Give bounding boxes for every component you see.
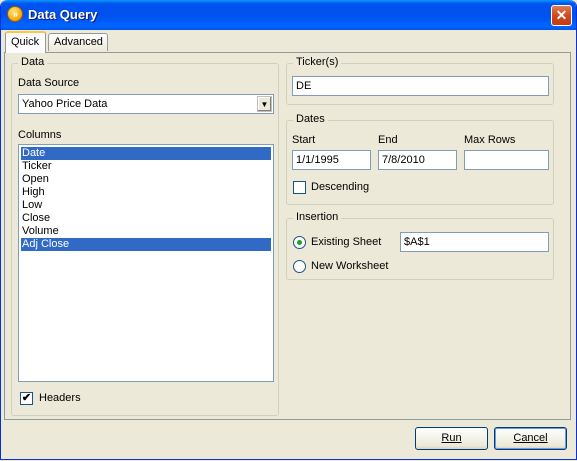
title-bar[interactable]: » Data Query ✕	[1, 0, 576, 30]
tickers-input[interactable]: DE	[292, 76, 549, 96]
list-item[interactable]: High	[21, 186, 271, 199]
descending-checkbox[interactable]	[293, 181, 306, 194]
list-item[interactable]: Open	[21, 173, 271, 186]
app-logo-icon: »	[7, 6, 23, 22]
tab-quick[interactable]: Quick	[5, 31, 46, 53]
columns-listbox[interactable]: Date Ticker Open High Low Close Volume A…	[18, 144, 274, 382]
tab-page-quick: Data Data Source Yahoo Price Data ▼ Colu…	[4, 52, 571, 420]
data-source-label: Data Source	[18, 77, 80, 89]
radio-selected-icon	[297, 240, 302, 245]
columns-label: Columns	[18, 129, 62, 141]
start-label: Start	[292, 134, 316, 146]
close-icon: ✕	[555, 7, 568, 23]
max-rows-label: Max Rows	[464, 134, 516, 146]
window-title: Data Query	[28, 7, 98, 22]
cancel-button[interactable]: Cancel	[494, 427, 567, 450]
list-item[interactable]: Close	[21, 212, 271, 225]
list-item[interactable]: Adj Close	[21, 238, 271, 251]
existing-sheet-label: Existing Sheet	[311, 236, 382, 248]
tab-advanced[interactable]: Advanced	[48, 33, 108, 51]
tickers-group: Ticker(s) DE	[286, 56, 554, 105]
run-button[interactable]: Run	[415, 427, 488, 450]
headers-label: Headers	[39, 392, 81, 404]
list-item[interactable]: Ticker	[21, 160, 271, 173]
list-item[interactable]: Low	[21, 199, 271, 212]
run-button-label: Run	[441, 432, 462, 444]
close-button[interactable]: ✕	[551, 5, 572, 26]
dates-group: Dates Start 1/1/1995 End 7/8/2010 Max Ro…	[286, 113, 554, 205]
data-source-select[interactable]: Yahoo Price Data ▼	[18, 94, 274, 114]
data-source-value: Yahoo Price Data	[22, 98, 108, 110]
insertion-group: Insertion Existing Sheet $A$1 New Worksh…	[286, 211, 554, 280]
chevron-down-icon[interactable]: ▼	[257, 96, 272, 112]
cancel-button-label: Cancel	[513, 432, 548, 444]
list-item[interactable]: Volume	[21, 225, 271, 238]
list-item[interactable]: Date	[21, 147, 271, 160]
descending-label: Descending	[311, 181, 370, 193]
tickers-group-legend: Ticker(s)	[293, 56, 342, 68]
start-date-input[interactable]: 1/1/1995	[292, 150, 371, 170]
headers-checkbox[interactable]: ✔	[20, 392, 33, 405]
data-group-legend: Data	[18, 56, 48, 68]
dates-group-legend: Dates	[293, 113, 328, 125]
button-bar: Run Cancel	[4, 421, 571, 457]
dialog-window: » Data Query ✕ Quick Advanced Data Data …	[0, 0, 577, 460]
end-label: End	[378, 134, 398, 146]
data-group: Data Data Source Yahoo Price Data ▼ Colu…	[11, 56, 279, 416]
insertion-group-legend: Insertion	[293, 211, 342, 223]
check-mark-icon: ✔	[21, 392, 32, 404]
existing-sheet-radio[interactable]	[293, 236, 306, 249]
existing-sheet-cell-input[interactable]: $A$1	[400, 232, 549, 252]
end-date-input[interactable]: 7/8/2010	[378, 150, 457, 170]
max-rows-input[interactable]	[464, 150, 549, 170]
new-worksheet-label: New Worksheet	[311, 260, 389, 272]
new-worksheet-radio[interactable]	[293, 260, 306, 273]
